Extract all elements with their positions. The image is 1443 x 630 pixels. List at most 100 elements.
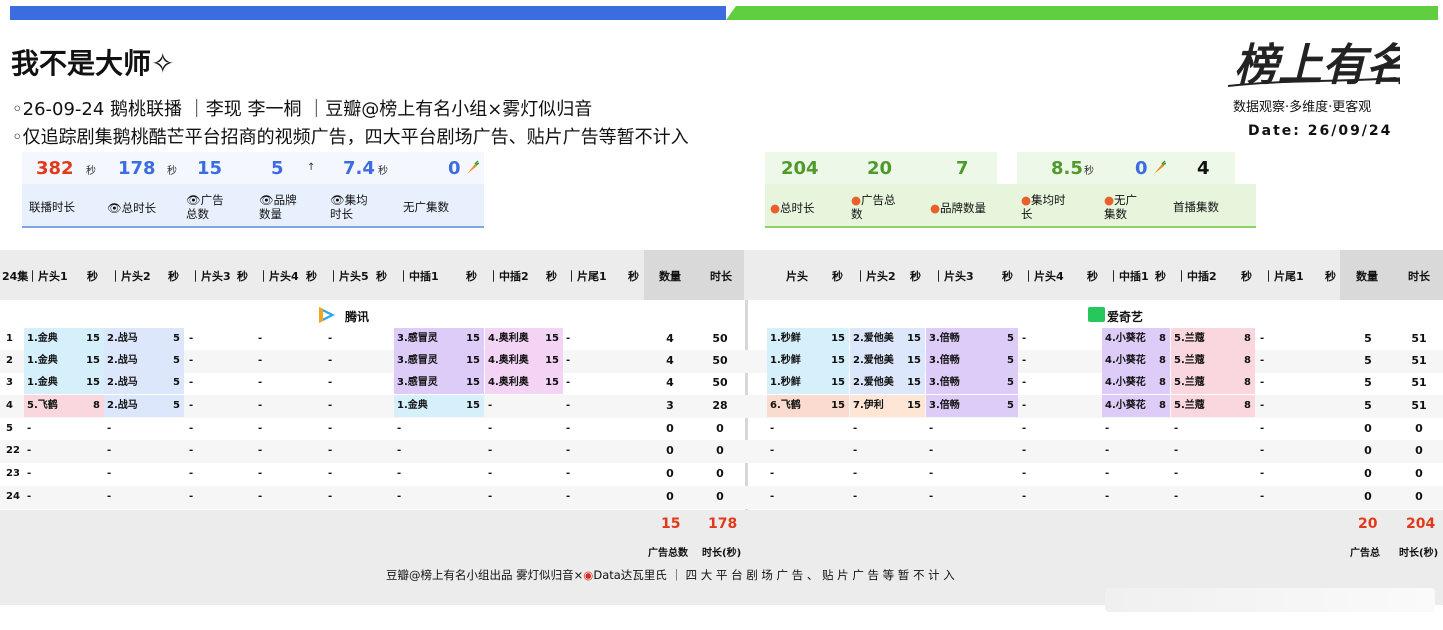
episode-number: 23 bbox=[6, 468, 20, 479]
empty-cell: - bbox=[258, 491, 263, 502]
ad-count-left: 4 bbox=[666, 332, 674, 345]
subtitle-line-1: ◦26-09-24 鹅桃联播 ｜李现 李一桐 ｜豆瓣@榜上有名小组×雾灯似归音 bbox=[12, 99, 593, 120]
brand-cell-left-midroll-1-seconds: 15 bbox=[466, 355, 480, 366]
table-header-left-16: 秒 bbox=[628, 270, 639, 283]
brand-cell-right-opening-1-empty: - bbox=[770, 445, 775, 456]
stat-left-value-1: 178 bbox=[118, 158, 156, 179]
footer-right-label-dur: 时长(秒) bbox=[1399, 548, 1439, 559]
table-header-left-2: 秒 bbox=[87, 270, 98, 283]
brand-cell-left-midroll-1-empty: - bbox=[397, 491, 402, 502]
stat-right-label-0: ●总时长 bbox=[770, 201, 815, 215]
stat-left-unit-1: 秒 bbox=[167, 166, 177, 177]
brand-cell-left-midroll-2-seconds: 15 bbox=[545, 377, 559, 388]
stat-left-value-4: 7.4 bbox=[343, 158, 375, 179]
table-header-left-14: 秒 bbox=[546, 270, 557, 283]
table-header-right-0: 片头 bbox=[786, 270, 808, 283]
empty-cell: - bbox=[1260, 377, 1265, 388]
carrot-icon bbox=[1154, 160, 1166, 174]
brand-cell-right-midroll-2-empty: - bbox=[1174, 468, 1179, 479]
episode-number: 5 bbox=[6, 423, 13, 434]
empty-cell: - bbox=[328, 400, 333, 411]
empty-cell: - bbox=[258, 377, 263, 388]
brand-cell-right-midroll-1-empty: - bbox=[1105, 423, 1110, 434]
table-header-left-12: 秒 bbox=[466, 270, 477, 283]
brand-cell-right-midroll-1-empty: - bbox=[1105, 445, 1110, 456]
stat-left-label-0: 联播时长 bbox=[29, 200, 75, 214]
brand-cell-right-midroll-2-seconds: 8 bbox=[1244, 377, 1251, 388]
brand-cell-right-opening-2-empty: - bbox=[853, 468, 858, 479]
empty-cell: - bbox=[566, 423, 571, 434]
platform-name-left: 腾讯 bbox=[345, 310, 370, 324]
empty-cell: - bbox=[258, 423, 263, 434]
brand-cell-left-midroll-1-empty: - bbox=[397, 445, 402, 456]
logo-slogan: 数据观察·多维度·更客观 bbox=[1233, 100, 1372, 115]
empty-cell: - bbox=[566, 491, 571, 502]
brand-cell-left-midroll-2-empty: - bbox=[488, 445, 493, 456]
empty-cell: - bbox=[1260, 333, 1265, 344]
brand-cell-right-opening-1-empty: - bbox=[770, 468, 775, 479]
brand-cell-right-midroll-1-empty: - bbox=[1105, 468, 1110, 479]
stat-right-value-3: 8.5 bbox=[1051, 158, 1083, 179]
stat-left-unit-0: 秒 bbox=[86, 166, 96, 177]
empty-cell: - bbox=[1022, 377, 1027, 388]
empty-cell: - bbox=[189, 377, 194, 388]
brand-cell-right-midroll-2-empty: - bbox=[1174, 445, 1179, 456]
empty-cell: - bbox=[258, 333, 263, 344]
empty-cell: - bbox=[258, 355, 263, 366]
empty-cell: - bbox=[1260, 355, 1265, 366]
stat-left-label-3: 👁品牌 数量 bbox=[259, 193, 297, 221]
ad-duration-left: 0 bbox=[716, 467, 724, 480]
table-header-left-5: ｜片头3 bbox=[190, 270, 231, 283]
brand-cell-left-opening-2-seconds: 5 bbox=[173, 377, 180, 388]
stat-right-label-1: ●广告总 数 bbox=[851, 193, 896, 221]
empty-cell: - bbox=[566, 377, 571, 388]
brand-cell-right-opening-1-seconds: 15 bbox=[831, 333, 845, 344]
empty-cell: - bbox=[1260, 491, 1265, 502]
brand-cell-left-opening-2-empty: - bbox=[107, 445, 112, 456]
ad-count-right: 5 bbox=[1364, 399, 1372, 412]
stat-right-label-4: ●无广 集数 bbox=[1104, 193, 1138, 221]
table-header-right-4: ｜片头3 bbox=[933, 270, 974, 283]
peach-icon: ● bbox=[770, 201, 781, 215]
brand-cell-left-midroll-2-empty: - bbox=[488, 423, 493, 434]
ad-duration-right: 0 bbox=[1415, 490, 1423, 503]
empty-cell: - bbox=[189, 445, 194, 456]
stat-left-label-2: 👁广告 总数 bbox=[186, 193, 224, 221]
peach-icon: ● bbox=[930, 201, 941, 215]
stat-right-label-5: 首播集数 bbox=[1173, 200, 1219, 214]
stat-right-value-0: 204 bbox=[781, 158, 819, 179]
brand-cell-right-opening-1-seconds: 15 bbox=[831, 377, 845, 388]
brand-cell-left-midroll-1-seconds: 15 bbox=[466, 377, 480, 388]
stat-right-unit-3: 秒 bbox=[1084, 166, 1094, 177]
empty-cell: - bbox=[1260, 423, 1265, 434]
table-header-right-10: ｜中插2 bbox=[1176, 270, 1217, 283]
empty-cell: - bbox=[566, 445, 571, 456]
top-bar-green bbox=[726, 6, 1438, 20]
brand-cell-left-opening-1-seconds: 15 bbox=[86, 355, 100, 366]
footer-left-total-count: 15 bbox=[661, 516, 681, 532]
brand-cell-right-opening-1-empty: - bbox=[770, 423, 775, 434]
empty-cell: - bbox=[189, 355, 194, 366]
eye-icon: 👁 bbox=[259, 193, 274, 207]
brand-cell-left-midroll-2-seconds: 15 bbox=[545, 355, 559, 366]
platform-row bbox=[0, 300, 1443, 326]
logo-date: Date: 26/09/24 bbox=[1248, 123, 1393, 139]
peach-icon: ● bbox=[1104, 193, 1115, 207]
table-header-right-14: 数量 bbox=[1356, 270, 1378, 283]
table-header-right-11: 秒 bbox=[1241, 270, 1252, 283]
brand-cell-right-opening-2-empty: - bbox=[853, 491, 858, 502]
empty-cell: - bbox=[328, 377, 333, 388]
ad-count-right: 5 bbox=[1364, 354, 1372, 367]
ad-count-left: 0 bbox=[666, 444, 674, 457]
table-header-right-12: ｜片尾1 bbox=[1263, 270, 1304, 283]
page-title: 我不是大师✧ bbox=[11, 47, 175, 80]
brand-cell-left-midroll-1-empty: - bbox=[397, 423, 402, 434]
table-header-left-11: ｜中插1 bbox=[398, 270, 439, 283]
stat-left-unit-3: ↑ bbox=[307, 162, 316, 173]
ad-duration-right: 0 bbox=[1415, 422, 1423, 435]
empty-cell: - bbox=[328, 445, 333, 456]
ad-duration-right: 51 bbox=[1411, 332, 1427, 345]
table-header-right-6: ｜片头4 bbox=[1023, 270, 1064, 283]
ad-duration-left: 50 bbox=[712, 332, 728, 345]
table-header-left-3: ｜片头2 bbox=[110, 270, 151, 283]
